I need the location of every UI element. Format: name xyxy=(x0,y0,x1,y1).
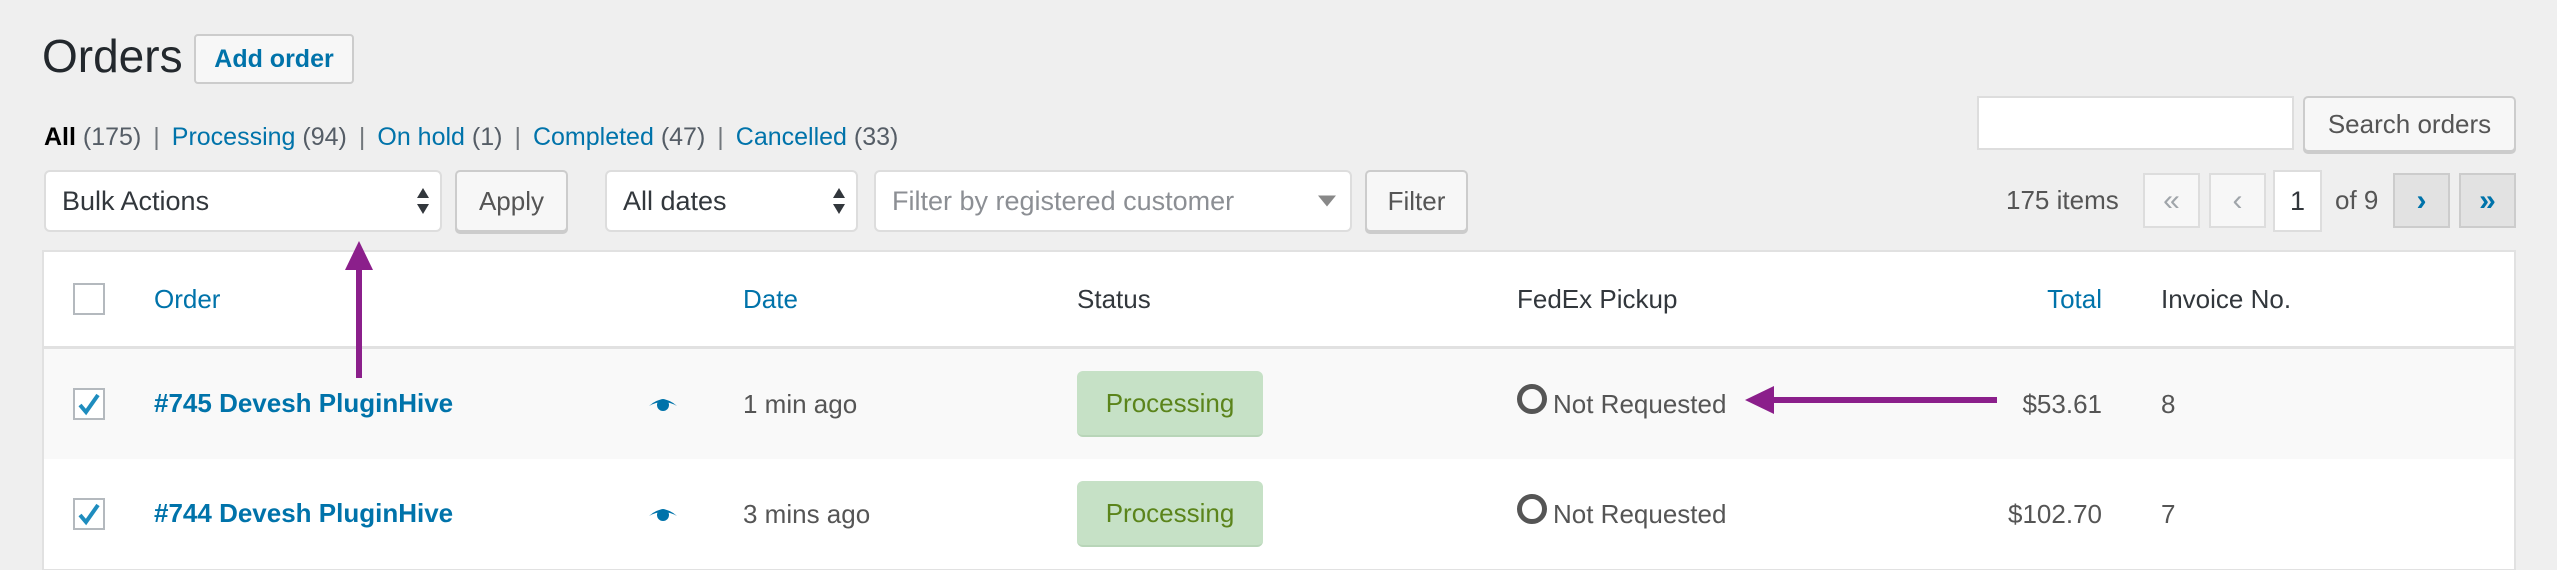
eye-icon[interactable] xyxy=(648,507,678,521)
column-date[interactable]: Date xyxy=(743,282,798,316)
separator: | xyxy=(153,123,160,151)
last-page-button[interactable]: » xyxy=(2459,173,2516,228)
circle-outline-icon xyxy=(1517,494,1547,524)
status-filter-count: (94) xyxy=(302,123,347,151)
separator: | xyxy=(514,123,521,151)
select-all-checkbox[interactable] xyxy=(73,283,105,315)
items-count: 175 items xyxy=(2006,185,2119,215)
column-invoice-no: Invoice No. xyxy=(2161,284,2292,314)
double-chevron-right-icon: » xyxy=(2479,183,2496,217)
date-filter-select[interactable]: All dates xyxy=(605,170,858,232)
order-link[interactable]: #745 Devesh PluginHive xyxy=(154,386,453,420)
status-badge: Processing xyxy=(1077,481,1263,547)
status-filter-label: Processing xyxy=(171,123,296,151)
status-filter-count: (33) xyxy=(853,123,899,151)
checkmark-icon xyxy=(78,393,100,416)
chevron-right-icon: › xyxy=(2416,183,2427,217)
status-filter-processing[interactable]: Processing (94) xyxy=(172,123,347,151)
status-filter-cancelled[interactable]: Cancelled (33) xyxy=(736,123,899,151)
order-date: 1 min ago xyxy=(743,389,858,419)
next-page-button[interactable]: › xyxy=(2393,173,2450,228)
invoice-number: 7 xyxy=(2161,499,2176,529)
table-header: Order Date Status FedEx Pickup Total Inv… xyxy=(44,252,2514,349)
column-total[interactable]: Total xyxy=(2047,282,2102,316)
apply-button[interactable]: Apply xyxy=(455,170,568,232)
status-filter-list: All (175) | Processing (94) | On hold (1) | Co… xyxy=(44,121,898,153)
total-pages: of 9 xyxy=(2335,185,2379,215)
search-input[interactable] xyxy=(1977,96,2294,150)
fedex-pickup-status: Not Requested xyxy=(1553,499,1727,529)
customer-filter-placeholder: Filter by registered customer xyxy=(892,185,1235,216)
table-row: #745 Devesh PluginHive 1 min ago Process… xyxy=(44,349,2514,459)
fedex-pickup-status: Not Requested xyxy=(1553,389,1727,419)
page-title: Orders xyxy=(42,30,183,82)
invoice-number: 8 xyxy=(2161,389,2176,419)
date-filter-value: All dates xyxy=(623,185,727,216)
status-filter-label: All xyxy=(44,123,76,151)
status-filter-label: Completed xyxy=(532,123,654,151)
status-filter-count: (1) xyxy=(471,123,503,151)
bulk-actions-value: Bulk Actions xyxy=(62,185,210,216)
select-updown-icon xyxy=(833,188,845,214)
order-date: 3 mins ago xyxy=(743,499,871,529)
separator: | xyxy=(717,123,724,151)
current-page-input[interactable]: 1 xyxy=(2273,170,2322,232)
order-total: $102.70 xyxy=(2008,499,2102,529)
status-filter-on-hold[interactable]: On hold (1) xyxy=(377,123,502,151)
status-filter-count: (47) xyxy=(660,123,706,151)
row-checkbox[interactable] xyxy=(73,388,105,420)
eye-icon[interactable] xyxy=(648,397,678,411)
first-page-button: « xyxy=(2143,173,2200,228)
checkmark-icon xyxy=(78,503,100,526)
search-orders-button[interactable]: Search orders xyxy=(2303,96,2516,152)
double-chevron-left-icon: « xyxy=(2163,183,2180,217)
column-fedex-pickup: FedEx Pickup xyxy=(1517,284,1678,314)
order-link[interactable]: #744 Devesh PluginHive xyxy=(154,496,453,530)
status-filter-all[interactable]: All (175) xyxy=(44,123,141,151)
separator: | xyxy=(358,123,366,151)
customer-filter-select[interactable]: Filter by registered customer xyxy=(874,170,1352,232)
prev-page-button: ‹ xyxy=(2209,173,2266,228)
status-filter-label: On hold xyxy=(377,123,465,151)
status-filter-count: (175) xyxy=(82,123,142,151)
status-badge: Processing xyxy=(1077,371,1263,437)
status-filter-label: Cancelled xyxy=(735,123,847,151)
chevron-down-icon xyxy=(1318,195,1336,207)
column-order[interactable]: Order xyxy=(154,282,220,316)
orders-table: Order Date Status FedEx Pickup Total Inv… xyxy=(42,250,2516,570)
order-total: $53.61 xyxy=(2022,389,2102,419)
bulk-actions-select[interactable]: Bulk Actions xyxy=(44,170,442,232)
status-filter-completed[interactable]: Completed (47) xyxy=(533,123,705,151)
table-row: #744 Devesh PluginHive 3 mins ago Proces… xyxy=(44,459,2514,569)
filter-button[interactable]: Filter xyxy=(1365,170,1468,232)
row-checkbox[interactable] xyxy=(73,498,105,530)
circle-outline-icon xyxy=(1517,384,1547,414)
column-status: Status xyxy=(1077,284,1151,314)
select-updown-icon xyxy=(417,188,429,214)
chevron-left-icon: ‹ xyxy=(2232,183,2243,217)
add-order-button[interactable]: Add order xyxy=(194,34,354,84)
